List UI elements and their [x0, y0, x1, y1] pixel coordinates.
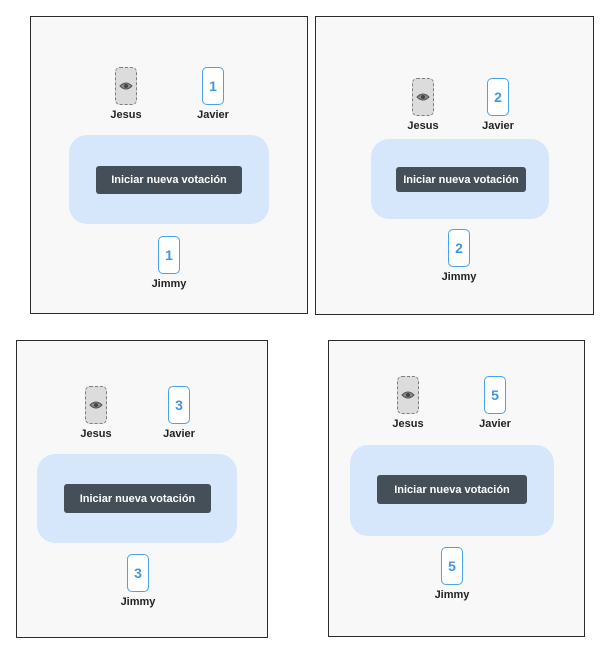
- hidden-card: [85, 386, 107, 424]
- player-jesus: Jesus: [71, 386, 121, 440]
- player-jesus: Jesus: [101, 67, 151, 121]
- player-javier: 3 Javier: [154, 386, 204, 440]
- vote-card: 2: [448, 229, 470, 267]
- start-new-vote-button[interactable]: Iniciar nueva votación: [96, 166, 242, 194]
- vote-card: 5: [441, 547, 463, 585]
- eye-icon: [89, 401, 103, 409]
- player-jimmy: 3 Jimmy: [113, 554, 163, 608]
- hidden-card: [412, 78, 434, 116]
- player-name: Jimmy: [434, 589, 470, 601]
- hidden-card: [115, 67, 137, 105]
- player-name: Javier: [479, 418, 511, 430]
- voting-panel-3: Jesus 3 Javier Iniciar nueva votación 3 …: [16, 340, 268, 638]
- player-name: Jimmy: [120, 596, 156, 608]
- vote-card: 2: [487, 78, 509, 116]
- vote-card: 1: [158, 236, 180, 274]
- player-name: Javier: [482, 120, 514, 132]
- player-javier: 2 Javier: [473, 78, 523, 132]
- player-name: Javier: [163, 428, 195, 440]
- player-jimmy: 2 Jimmy: [434, 229, 484, 283]
- player-name: Jesus: [80, 428, 112, 440]
- eye-icon: [119, 82, 133, 90]
- start-new-vote-button[interactable]: Iniciar nueva votación: [396, 167, 526, 192]
- player-name: Jesus: [392, 418, 424, 430]
- start-new-vote-button[interactable]: Iniciar nueva votación: [64, 484, 211, 513]
- player-jesus: Jesus: [398, 78, 448, 132]
- player-javier: 5 Javier: [470, 376, 520, 430]
- player-name: Jesus: [407, 120, 439, 132]
- player-name: Javier: [197, 109, 229, 121]
- vote-card: 5: [484, 376, 506, 414]
- voting-panel-2: Jesus 2 Javier Iniciar nueva votación 2 …: [315, 16, 594, 315]
- eye-icon: [416, 93, 430, 101]
- player-name: Jesus: [110, 109, 142, 121]
- voting-panel-4: Jesus 5 Javier Iniciar nueva votación 5 …: [328, 340, 585, 637]
- player-jesus: Jesus: [383, 376, 433, 430]
- hidden-card: [397, 376, 419, 414]
- voting-panel-1: Jesus 1 Javier Iniciar nueva votación 1 …: [30, 16, 308, 314]
- player-name: Jimmy: [151, 278, 187, 290]
- vote-card: 3: [127, 554, 149, 592]
- player-jimmy: 5 Jimmy: [427, 547, 477, 601]
- player-jimmy: 1 Jimmy: [144, 236, 194, 290]
- player-name: Jimmy: [441, 271, 477, 283]
- start-new-vote-button[interactable]: Iniciar nueva votación: [377, 475, 527, 504]
- vote-card: 1: [202, 67, 224, 105]
- vote-card: 3: [168, 386, 190, 424]
- player-javier: 1 Javier: [188, 67, 238, 121]
- eye-icon: [401, 391, 415, 399]
